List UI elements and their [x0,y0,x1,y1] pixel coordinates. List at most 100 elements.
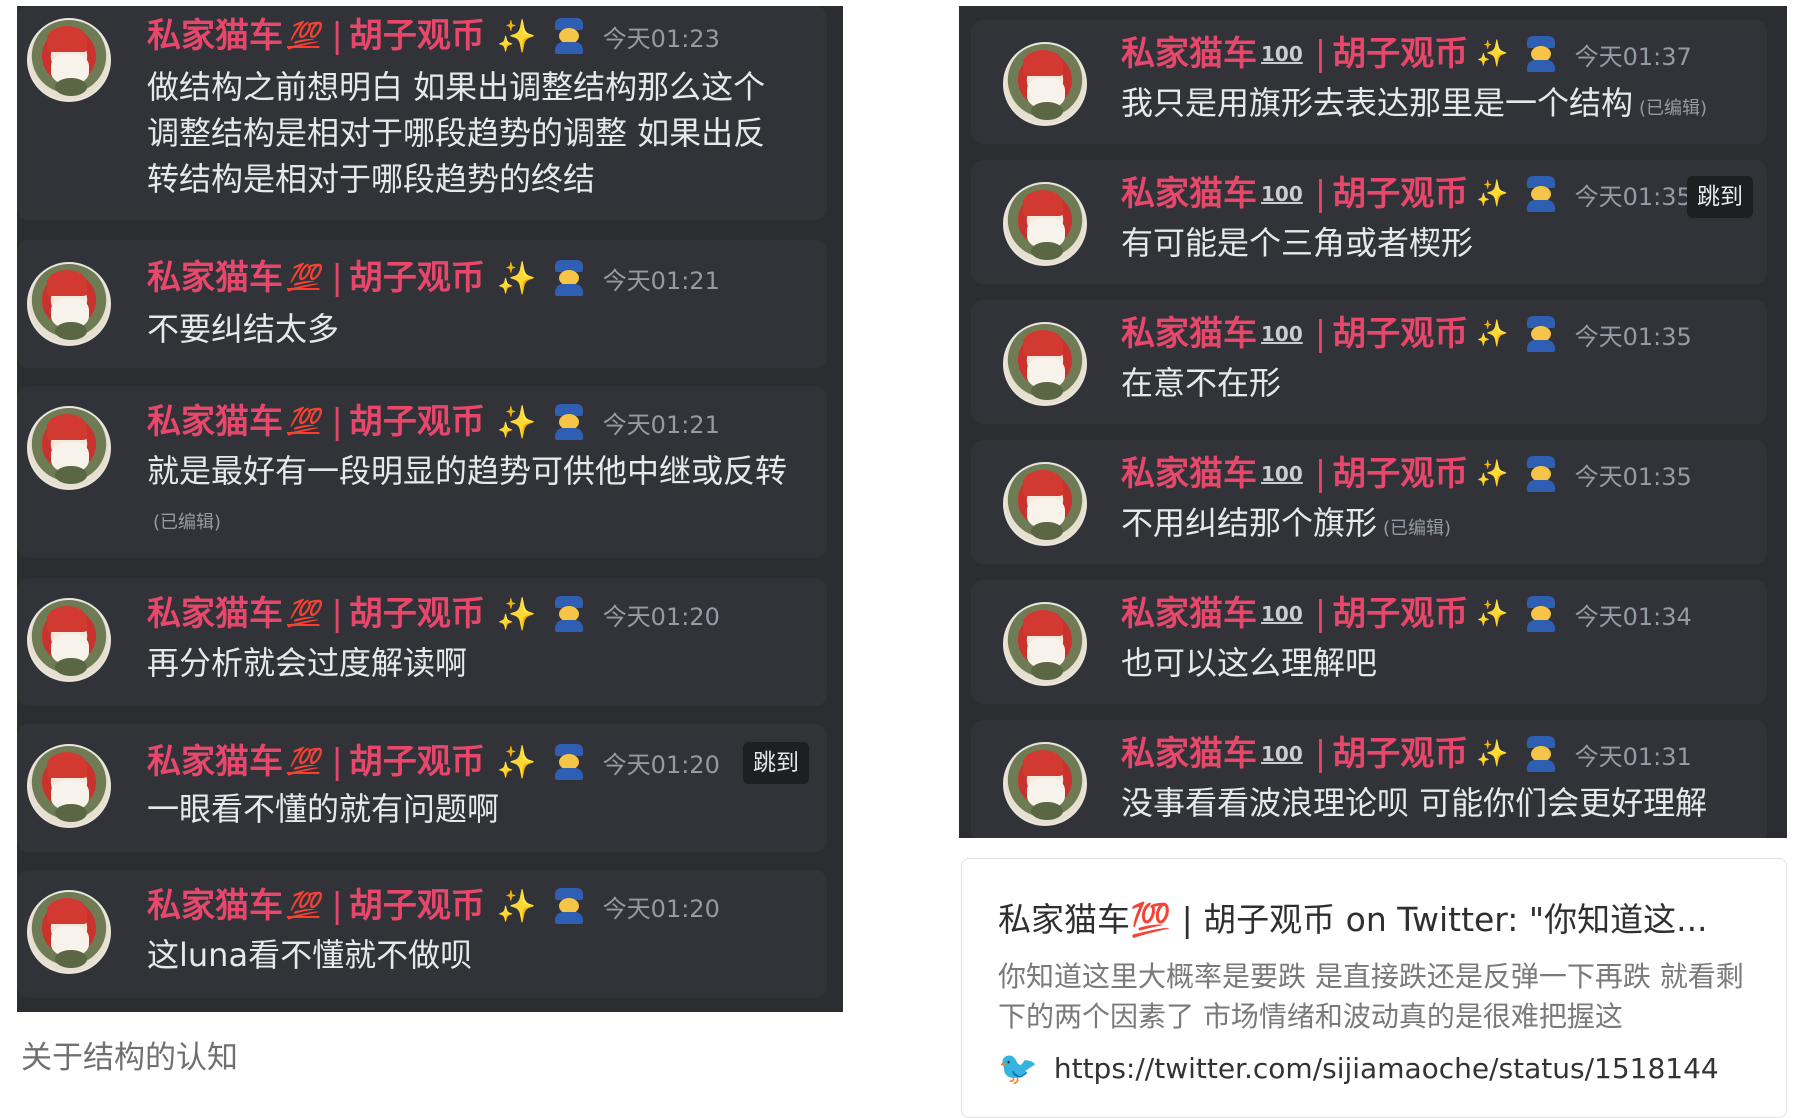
user-handle[interactable]: 胡子观币 [349,886,485,926]
sparkles-icon: ✨ [496,887,537,925]
message-header: 私家猫车 💯 | 胡子观币 ✨ 今天01:20 [147,886,720,926]
hundred-points-icon: 100 [1261,602,1303,626]
username[interactable]: 私家猫车 [1121,734,1257,774]
name-separator: | [331,16,343,56]
user-handle[interactable]: 胡子观币 [1332,594,1468,634]
avatar[interactable] [1003,42,1087,126]
message-header: 私家猫车 💯 | 胡子观币 ✨ 今天01:23 [147,16,720,56]
user-handle[interactable]: 胡子观币 [349,402,485,442]
message[interactable]: 私家猫车 💯 | 胡子观币 ✨ 今天01:20 一眼看不懂的就有问题啊 跳到 [17,724,827,852]
card-link[interactable]: 🐦 https://twitter.com/sijiamaoche/status… [998,1049,1719,1087]
sparkles-icon: ✨ [496,595,537,633]
message-content: 做结构之前想明白 如果出调整结构那么这个调整结构是相对于哪段趋势的调整 如果出反… [147,68,766,198]
user-handle[interactable]: 胡子观币 [1332,34,1468,74]
timestamp: 今天01:34 [1574,602,1692,631]
message-text: 这luna看不懂就不做呗 [147,932,797,978]
message[interactable]: 私家猫车 💯 | 胡子观币 ✨ 今天01:21 不要纠结太多 [17,240,827,368]
username[interactable]: 私家猫车 [1121,314,1257,354]
username[interactable]: 私家猫车 [147,16,283,56]
sparkles-icon: ✨ [1476,739,1509,769]
message[interactable]: 私家猫车 💯 | 胡子观币 ✨ 今天01:20 再分析就会过度解读啊 [17,578,827,706]
avatar[interactable] [27,744,111,828]
message-content: 我只是用旗形去表达那里是一个结构 [1121,84,1634,122]
hundred-points-icon: 100 [1261,462,1303,486]
user-handle[interactable]: 胡子观币 [1332,454,1468,494]
avatar[interactable] [1003,742,1087,826]
sparkles-icon: ✨ [1476,459,1509,489]
avatar[interactable] [27,262,111,346]
username[interactable]: 私家猫车 [147,594,283,634]
user-handle[interactable]: 胡子观币 [1332,734,1468,774]
message-header: 私家猫车 💯 | 胡子观币 ✨ 今天01:21 [147,258,720,298]
name-separator: | [1314,734,1327,774]
message-content: 有可能是个三角或者楔形 [1121,224,1474,262]
avatar[interactable] [27,890,111,974]
message-content: 一眼看不懂的就有问题啊 [147,790,500,828]
message-content: 不要纠结太多 [147,310,340,348]
card-title[interactable]: 私家猫车💯 | 胡子观币 on Twitter: "你知道这... [998,893,1758,941]
police-officer-icon [1525,36,1557,72]
username[interactable]: 私家猫车 [147,402,283,442]
timestamp: 今天01:21 [602,410,720,439]
message-header: 私家猫车 💯 | 胡子观币 ✨ 今天01:20 [147,594,720,634]
jump-button[interactable]: 跳到 [743,742,809,784]
edited-label: (已编辑) [153,512,222,533]
username[interactable]: 私家猫车 [147,886,283,926]
police-officer-icon [553,596,585,632]
username[interactable]: 私家猫车 [1121,594,1257,634]
hundred-points-icon: 💯 [287,263,320,293]
name-separator: | [1314,454,1327,494]
twitter-link-card[interactable]: 私家猫车💯 | 胡子观币 on Twitter: "你知道这... 你知道这里大… [961,858,1787,1118]
message-content: 在意不在形 [1121,364,1282,402]
twitter-icon: 🐦 [998,1049,1038,1087]
jump-button[interactable]: 跳到 [1687,176,1753,218]
message[interactable]: 私家猫车 💯 | 胡子观币 ✨ 今天01:21 就是最好有一段明显的趋势可供他中继或反转 (已… [17,386,827,558]
message[interactable]: 私家猫车 💯 | 胡子观币 ✨ 今天01:20 这luna看不懂就不做呗 [17,870,827,998]
sparkles-icon: ✨ [496,17,537,55]
message[interactable]: 私家猫车 100 | 胡子观币 ✨ 今天01:35 在意不在形 [971,300,1767,424]
message-text: 在意不在形 [1121,360,1751,406]
sparkles-icon: ✨ [496,259,537,297]
edited-label: (已编辑) [1639,98,1708,119]
sparkles-icon: ✨ [1476,39,1509,69]
user-handle[interactable]: 胡子观币 [1332,314,1468,354]
message[interactable]: 私家猫车 100 | 胡子观币 ✨ 今天01:37 我只是用旗形去表达那里是一个结构 (已编辑… [971,20,1767,144]
avatar[interactable] [27,598,111,682]
user-handle[interactable]: 胡子观币 [349,594,485,634]
message-header: 私家猫车 100 | 胡子观币 ✨ 今天01:35 [1121,174,1692,214]
message[interactable]: 私家猫车 100 | 胡子观币 ✨ 今天01:31 没事看看波浪理论呗 可能你们会更好理解 [971,720,1767,838]
username[interactable]: 私家猫车 [1121,174,1257,214]
user-handle[interactable]: 胡子观币 [349,258,485,298]
avatar[interactable] [1003,602,1087,686]
avatar[interactable] [1003,322,1087,406]
hundred-points-icon: 100 [1261,322,1303,346]
avatar[interactable] [27,18,111,102]
message[interactable]: 私家猫车 100 | 胡子观币 ✨ 今天01:35 不用纠结那个旗形 (已编辑) [971,440,1767,564]
sparkles-icon: ✨ [496,403,537,441]
message-content: 也可以这么理解吧 [1121,644,1378,682]
police-officer-icon [553,888,585,924]
message[interactable]: 私家猫车 💯 | 胡子观币 ✨ 今天01:23 做结构之前想明白 如果出调整结构那么这个调整… [17,6,827,220]
message-text: 不用纠结那个旗形 (已编辑) [1121,500,1751,552]
username[interactable]: 私家猫车 [1121,454,1257,494]
police-officer-icon [1525,316,1557,352]
avatar[interactable] [27,406,111,490]
timestamp: 今天01:35 [1574,182,1692,211]
user-handle[interactable]: 胡子观币 [349,16,485,56]
card-link-url[interactable]: https://twitter.com/sijiamaoche/status/1… [1054,1052,1719,1085]
avatar[interactable] [1003,182,1087,266]
message-header: 私家猫车 💯 | 胡子观币 ✨ 今天01:20 [147,742,720,782]
message-header: 私家猫车 100 | 胡子观币 ✨ 今天01:37 [1121,34,1692,74]
user-handle[interactable]: 胡子观币 [1332,174,1468,214]
message-text: 不要纠结太多 [147,306,797,352]
message[interactable]: 私家猫车 100 | 胡子观币 ✨ 今天01:35 有可能是个三角或者楔形 跳到 [971,160,1767,284]
name-separator: | [331,258,343,298]
police-officer-icon [553,744,585,780]
user-handle[interactable]: 胡子观币 [349,742,485,782]
hundred-points-icon: 100 [1261,42,1303,66]
avatar[interactable] [1003,462,1087,546]
username[interactable]: 私家猫车 [147,258,283,298]
username[interactable]: 私家猫车 [147,742,283,782]
message[interactable]: 私家猫车 100 | 胡子观币 ✨ 今天01:34 也可以这么理解吧 [971,580,1767,704]
username[interactable]: 私家猫车 [1121,34,1257,74]
